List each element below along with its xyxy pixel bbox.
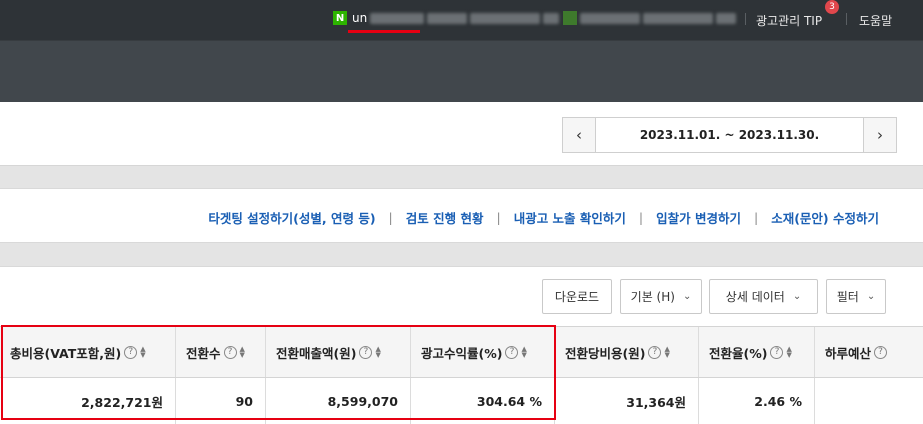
basic-view-dropdown[interactable]: 기본 (H) ⌄ [620,279,702,314]
sort-icon[interactable]: ▲ ▼ [521,346,526,359]
header-label: 전환율(%) [709,345,768,361]
header-conversion-revenue[interactable]: 전환매출액(원) ? ▲ ▼ [266,327,411,377]
chevron-down-icon: ⌄ [866,291,876,302]
redacted-account-id [543,12,560,24]
help-icon[interactable]: ? [223,345,237,359]
cell-conversions: 90 [176,378,266,424]
top-navigation-bar: N un 광고관리 TIP 3 도움말 [0,0,923,40]
sort-icon[interactable]: ▲ ▼ [375,346,380,359]
redacted-account-id [580,12,640,24]
redacted-account-id [643,12,713,24]
header-roas[interactable]: 광고수익률(%) ? ▲ ▼ [411,327,555,377]
table-row: 2,822,721원 90 8,599,070 304.64 % 31,364원… [0,378,923,424]
quick-links-bar: 타겟팅 설정하기(성별, 연령 등) | 검토 진행 현황 | 내광고 노출 확… [0,188,923,243]
ad-account-selector[interactable] [563,11,736,25]
cell-total-cost: 2,822,721원 [0,378,176,424]
date-filter-area: ‹ 2023.11.01. ~ 2023.11.30. › [0,102,923,166]
link-separator: | [388,210,393,225]
check-ad-exposure-link[interactable]: 내광고 노출 확인하기 [514,208,626,227]
next-period-button[interactable]: › [863,118,896,152]
link-separator: | [638,210,644,225]
menu-divider [745,13,746,25]
sort-icon[interactable]: ▲ ▼ [664,346,669,359]
quick-links: 타겟팅 설정하기(성별, 연령 등) | 검토 진행 현황 | 내광고 노출 확… [208,208,879,227]
naver-logo-icon [563,11,577,25]
header-total-cost[interactable]: 총비용(VAT포함,원) ? ▲ ▼ [0,327,176,377]
help-icon[interactable]: ? [505,345,519,359]
header-label: 총비용(VAT포함,원) [10,345,122,361]
cell-cost-per-conversion: 31,364원 [555,378,699,424]
filter-label: 필터 [836,290,859,304]
prev-period-button[interactable]: ‹ [563,118,596,152]
menu-divider [846,13,847,25]
header-conversions[interactable]: 전환수 ? ▲ ▼ [176,327,266,377]
redacted-account-id [427,12,468,24]
basic-view-label: 기본 (H) [630,290,675,304]
date-range-picker: ‹ 2023.11.01. ~ 2023.11.30. › [562,117,897,153]
header-conversion-rate[interactable]: 전환율(%) ? ▲ ▼ [699,327,815,377]
download-label: 다운로드 [554,290,600,304]
help-icon[interactable]: ? [770,345,784,359]
chevron-down-icon: ⌄ [792,291,802,302]
date-range-value[interactable]: 2023.11.01. ~ 2023.11.30. [596,118,863,152]
table-header: 총비용(VAT포함,원) ? ▲ ▼ 전환수 ? ▲ ▼ 전환매출액(원) ? ▲ ▼… [0,326,923,378]
review-status-link[interactable]: 검토 진행 현황 [406,208,484,227]
help-icon[interactable]: ? [359,345,373,359]
account-switcher[interactable]: N un [333,11,560,25]
cell-conversion-rate: 2.46 % [699,378,815,424]
cell-conversion-revenue: 8,599,070 [266,378,411,424]
tip-count-badge: 3 [825,0,839,14]
secondary-header [0,40,923,102]
help-icon[interactable]: ? [124,345,138,359]
stats-panel: 다운로드 기본 (H) ⌄ 상세 데이터 ⌄ 필터 ⌄ 총비용(VAT포함,원)… [0,266,923,424]
header-label: 전환당비용(원) [565,345,646,361]
account-underline-highlight [348,30,420,33]
redacted-account-id [470,12,541,24]
header-cost-per-conversion[interactable]: 전환당비용(원) ? ▲ ▼ [555,327,699,377]
chevron-down-icon: ⌄ [682,291,692,302]
sort-icon[interactable]: ▲ ▼ [140,346,145,359]
sort-icon[interactable]: ▲ ▼ [240,346,245,359]
cell-roas: 304.64 % [411,378,555,424]
chevron-left-icon: ‹ [576,126,582,144]
help-link[interactable]: 도움말 [859,12,892,29]
detail-data-dropdown[interactable]: 상세 데이터 ⌄ [709,279,818,314]
header-label: 하루예산 [825,345,872,361]
naver-logo-icon: N [333,11,347,25]
header-daily-budget[interactable]: 하루예산 ? [815,327,923,377]
sort-icon[interactable]: ▲ ▼ [786,346,791,359]
header-label: 전환매출액(원) [276,345,357,361]
header-label: 광고수익률(%) [421,345,503,361]
chevron-right-icon: › [877,126,883,144]
cell-daily-budget [815,378,923,424]
help-icon[interactable]: ? [648,345,662,359]
ad-tip-link[interactable]: 광고관리 TIP [756,12,822,29]
help-icon[interactable]: ? [874,345,888,359]
link-separator: | [496,210,501,225]
link-separator: | [754,210,759,225]
redacted-account-id [370,12,425,24]
header-label: 전환수 [186,345,221,361]
download-button[interactable]: 다운로드 [542,279,612,314]
change-bid-link[interactable]: 입찰가 변경하기 [656,208,741,227]
account-name: un [352,11,368,25]
filter-dropdown[interactable]: 필터 ⌄ [826,279,886,314]
targeting-settings-link[interactable]: 타겟팅 설정하기(성별, 연령 등) [208,208,375,227]
edit-ad-copy-link[interactable]: 소재(문안) 수정하기 [771,208,879,227]
detail-data-label: 상세 데이터 [725,290,785,304]
redacted-account-id [716,12,736,24]
